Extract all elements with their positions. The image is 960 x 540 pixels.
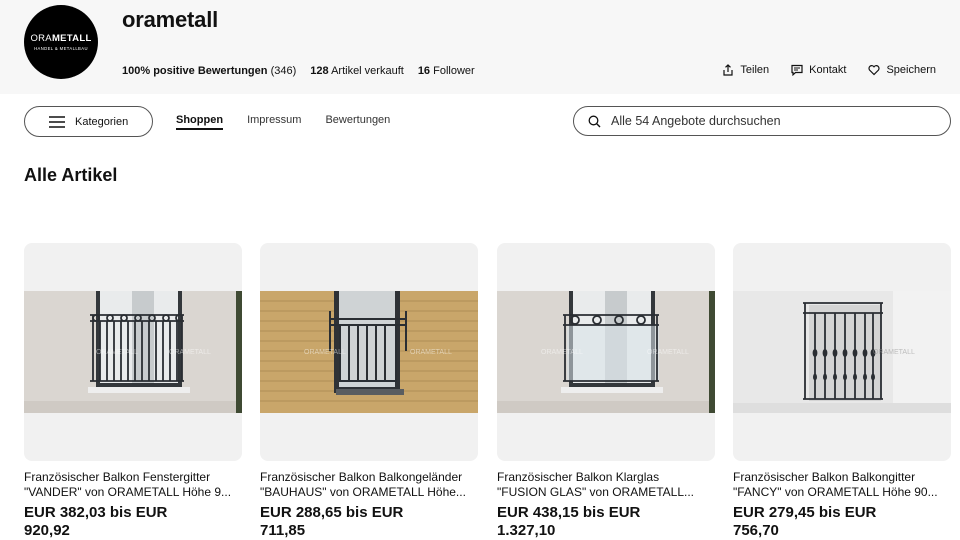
store-name: orametall [122,7,219,32]
contact-label: Kontakt [809,64,847,76]
product-price: EUR 279,45 bis EUR 756,70 [733,504,877,539]
search-field[interactable]: Alle 54 Angebote durchsuchen [573,106,951,136]
share-button[interactable]: Teilen [722,64,769,76]
share-label: Teilen [740,64,770,76]
svg-text:ORAMETALL: ORAMETALL [304,349,346,356]
svg-text:ORAMETALL: ORAMETALL [873,349,915,356]
product-image[interactable]: ORAMETALL ORAMETALL [24,243,242,461]
product-card[interactable]: ORAMETALL ORAMETALL Französischer Balkon… [497,243,715,540]
save-label: Speichern [886,64,936,76]
share-icon [723,64,733,76]
railing-photo: ORAMETALL ORAMETALL [497,291,715,413]
product-card[interactable]: ORAMETALL ORAMETALL Französischer Balkon… [260,243,478,540]
railing-photo: ORAMETALL ORAMETALL [260,291,478,413]
search-placeholder: Alle 54 Angebote durchsuchen [611,114,781,128]
svg-text:ORAMETALL: ORAMETALL [96,349,138,356]
railing-photo: ORAMETALL ORAMETALL [24,291,242,413]
items-sold: 128 Artikel verkauft [310,65,404,77]
store-stats: 100% positive Bewertungen (346) 128 Arti… [122,65,475,77]
menu-icon [49,115,65,128]
product-price: EUR 382,03 bis EUR 920,92 [24,504,168,539]
svg-text:ORAMETALL: ORAMETALL [410,349,452,356]
store-actions: Teilen Kontakt Speichern [722,64,936,76]
tab-shoppen[interactable]: Shoppen [176,114,224,130]
product-price: EUR 438,15 bis EUR 1.327,10 [497,504,641,539]
store-logo[interactable]: ORAMETALL HANDEL & METALLBAU [24,5,98,79]
product-title[interactable]: Französischer Balkon Klarglas "FUSION GLA… [497,470,715,500]
railing-photo: ORAMETALL [733,291,951,413]
product-title[interactable]: Französischer Balkon Balkongeländer "BAUH… [260,470,478,500]
section-title: Alle Artikel [24,165,118,185]
save-seller-button[interactable]: Speichern [868,64,936,76]
product-title[interactable]: Französischer Balkon Balkongitter "FANCY"… [733,470,951,500]
store-tabs: Shoppen Impressum Bewertungen [176,114,390,130]
store-nav: Kategorien Shoppen Impressum Bewertungen… [0,94,960,150]
search-icon [588,115,601,127]
store-header: ORAMETALL HANDEL & METALLBAU orametall 1… [0,0,960,94]
followers: 16 Follower [417,65,475,77]
categories-button[interactable]: Kategorien [24,106,153,137]
logo-subtitle: HANDEL & METALLBAU [34,46,88,51]
product-card[interactable]: ORAMETALL ORAMETALL Französischer Balkon… [24,243,242,540]
svg-text:ORAMETALL: ORAMETALL [541,349,583,356]
tab-impressum[interactable]: Impressum [247,114,301,130]
categories-label: Kategorien [75,115,129,128]
logo-wordmark: ORAMETALL [30,33,92,44]
svg-text:ORAMETALL: ORAMETALL [169,349,211,356]
tab-bewertungen[interactable]: Bewertungen [325,114,390,130]
product-price: EUR 288,65 bis EUR 711,85 [260,504,404,539]
product-image[interactable]: ORAMETALL ORAMETALL [497,243,715,461]
contact-button[interactable]: Kontakt [791,64,846,76]
product-title[interactable]: Französischer Balkon Fenstergitter "VANDE… [24,470,242,500]
svg-text:ORAMETALL: ORAMETALL [647,349,689,356]
product-image[interactable]: ORAMETALL [733,243,951,461]
product-image[interactable]: ORAMETALL ORAMETALL [260,243,478,461]
heart-icon [868,65,881,76]
message-icon [791,64,803,76]
product-card[interactable]: ORAMETALL Französischer Balkon Balkongit… [733,243,951,540]
positive-feedback[interactable]: 100% positive Bewertungen (346) [122,65,296,77]
